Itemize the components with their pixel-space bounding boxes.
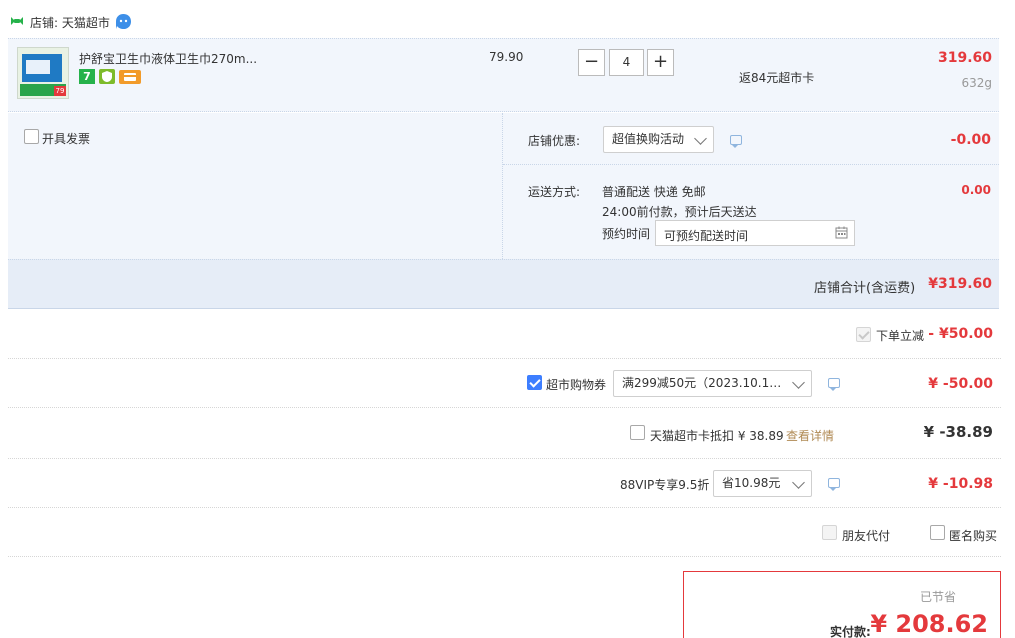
chevron-down-icon [792, 476, 805, 489]
instant-discount-checkbox[interactable] [856, 327, 871, 342]
coupon-select[interactable]: 满299减50元（2023.10.19 ... [613, 370, 812, 397]
service-card-icon[interactable] [119, 70, 141, 84]
service-guarantee-icon[interactable] [99, 69, 115, 84]
card-rebate-text: 返84元超市卡 [739, 71, 815, 85]
instant-discount-amount: - ¥50.00 [928, 326, 993, 342]
divider [8, 358, 1001, 359]
order-options-panel: 开具发票 店铺优惠: 超值换购活动 -0.00 运送方式: 普通配送 快递 免邮… [8, 113, 999, 259]
view-details-link[interactable]: 查看详情 [786, 427, 834, 444]
product-name[interactable]: 护舒宝卫生巾液体卫生巾270m... [79, 50, 257, 67]
divider [8, 556, 1001, 557]
vip-info-icon[interactable] [828, 478, 840, 491]
shipping-label: 运送方式: [528, 185, 581, 199]
divider [8, 458, 1001, 459]
divider-vertical [502, 113, 503, 259]
shop-total-row: 店铺合计(含运费) ¥319.60 [8, 259, 999, 309]
vip-amount: ¥ -10.98 [928, 476, 993, 492]
divider-horizontal [503, 164, 999, 165]
service-7day-icon[interactable]: 7 [79, 69, 95, 84]
anonymous-label[interactable]: 匿名购买 [949, 527, 997, 544]
shop-discount-select[interactable]: 超值换购活动 [603, 126, 714, 153]
shipping-amount: 0.00 [961, 183, 991, 197]
shop-header: 店铺: 天猫超市 [0, 0, 1015, 38]
friend-pay-checkbox[interactable] [822, 525, 837, 540]
payment-summary-box: 已节省 实付款: ¥ 208.62 [683, 571, 1001, 638]
divider [8, 407, 1001, 408]
tmall-icon [10, 15, 24, 25]
discount-info-icon[interactable] [730, 135, 742, 148]
calendar-icon[interactable] [835, 226, 848, 239]
friend-pay-label: 朋友代付 [842, 529, 891, 543]
unit-price: 79.90 [489, 50, 524, 64]
quantity-input[interactable]: 4 [609, 49, 644, 76]
schedule-time-input[interactable]: 可预约配送时间 [655, 220, 855, 246]
invoice-checkbox[interactable] [24, 129, 39, 144]
shipping-method: 普通配送 快递 免邮 [602, 185, 706, 199]
wangwang-chat-icon[interactable] [115, 13, 132, 30]
chevron-down-icon [694, 132, 707, 145]
schedule-label: 预约时间 [602, 227, 651, 241]
shop-discount-label: 店铺优惠: [528, 134, 581, 148]
anonymous-checkbox[interactable] [930, 525, 945, 540]
shop-total-amount: ¥319.60 [928, 276, 992, 292]
pay-label: 实付款: [830, 625, 871, 638]
pay-amount: ¥ 208.62 [870, 610, 988, 638]
shop-name[interactable]: 店铺: 天猫超市 [30, 14, 110, 31]
supermarket-card-label[interactable]: 天猫超市卡抵扣 ¥ 38.89 [650, 427, 784, 444]
shop-discount-amount: -0.00 [950, 132, 991, 148]
chevron-down-icon [792, 376, 805, 389]
quantity-increase-button[interactable]: + [647, 49, 674, 76]
product-weight: 632g [961, 76, 992, 90]
invoice-label[interactable]: 开具发票 [42, 130, 90, 147]
shipping-eta: 24:00前付款，预计后天送达 [602, 205, 757, 219]
divider [8, 507, 1001, 508]
supermarket-card-checkbox[interactable] [630, 425, 645, 440]
coupon-amount: ¥ -50.00 [928, 376, 993, 392]
product-row: 79 护舒宝卫生巾液体卫生巾270m... 7 79.90 − 4 + 返84元… [8, 38, 999, 112]
quantity-decrease-button[interactable]: − [578, 49, 605, 76]
coupon-label[interactable]: 超市购物券 [546, 376, 606, 393]
saved-amount-label: 已节省 [919, 590, 956, 604]
vip-discount-select[interactable]: 省10.98元 [713, 470, 812, 497]
supermarket-card-amount: ¥ -38.89 [923, 423, 993, 441]
vip-label: 88VIP专享9.5折 [620, 478, 710, 492]
coupon-checkbox[interactable] [527, 375, 542, 390]
product-subtotal: 319.60 [937, 50, 992, 66]
shop-total-label: 店铺合计(含运费) [814, 281, 916, 296]
thumbnail-price-tag: 79 [54, 86, 66, 96]
coupon-info-icon[interactable] [828, 378, 840, 391]
instant-discount-label: 下单立减 [876, 329, 925, 343]
product-thumbnail[interactable]: 79 [17, 47, 69, 99]
